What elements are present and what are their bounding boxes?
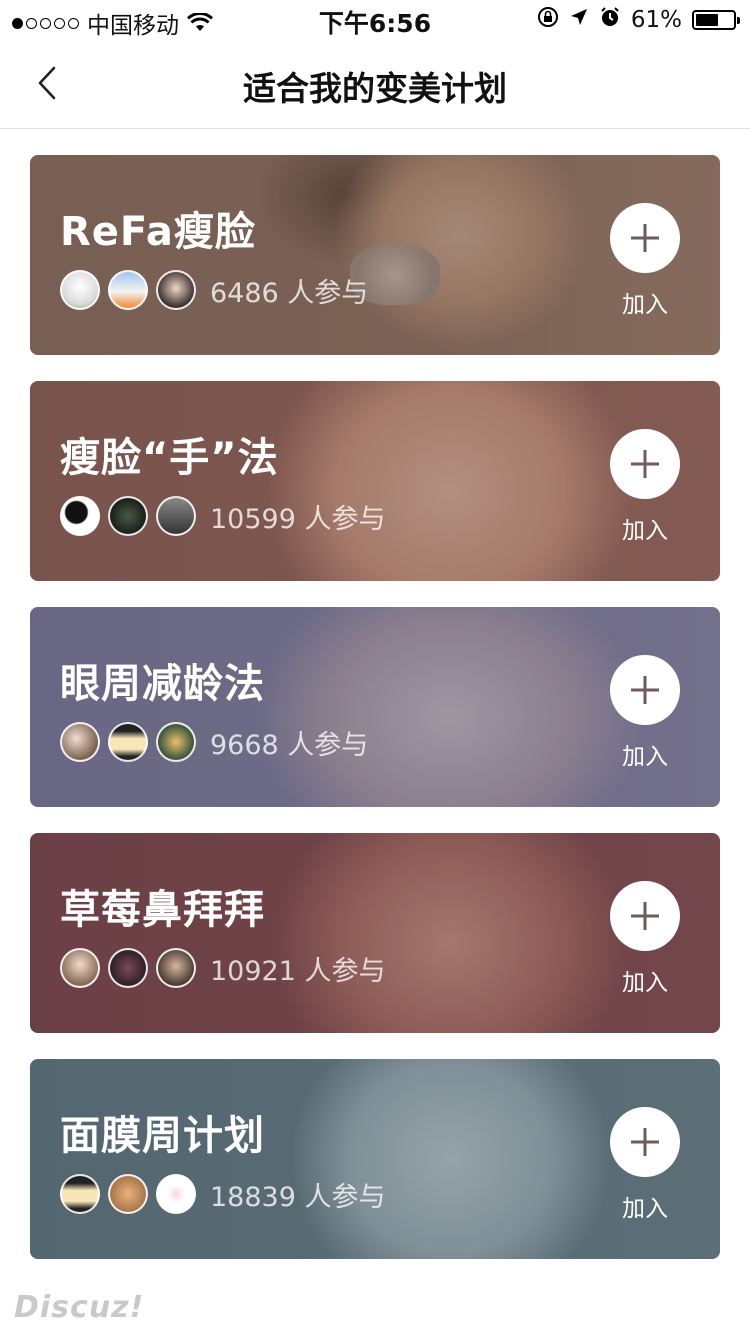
plan-name: ReFa瘦脸 (60, 209, 256, 255)
join-label: 加入 (622, 1196, 668, 1222)
plan-card[interactable]: 草莓鼻拜拜 10921 人参与 加入 (30, 833, 720, 1033)
avatar (60, 496, 100, 536)
avatar (108, 1174, 148, 1214)
avatar (60, 270, 100, 310)
join-label: 加入 (622, 518, 668, 544)
participant-count: 6486 人参与 (210, 277, 369, 309)
avatar (108, 722, 148, 762)
add-circle (610, 881, 680, 951)
plan-name: 面膜周计划 (60, 1113, 265, 1159)
avatar (108, 496, 148, 536)
avatar (156, 1174, 196, 1214)
plan-name: 眼周减龄法 (60, 661, 265, 707)
join-label: 加入 (622, 744, 668, 770)
join-label: 加入 (622, 292, 668, 318)
participants: 6486 人参与 (60, 270, 368, 310)
plan-card[interactable]: ReFa瘦脸 6486 人参与 加入 (30, 155, 720, 355)
add-circle (610, 1107, 680, 1177)
avatar (60, 722, 100, 762)
join-button[interactable]: 加入 (610, 203, 680, 319)
participant-count: 10921 人参与 (210, 955, 386, 987)
join-button[interactable]: 加入 (610, 655, 680, 771)
plus-icon (631, 450, 659, 478)
location-icon (569, 7, 589, 33)
plus-icon (631, 1128, 659, 1156)
avatar (156, 270, 196, 310)
participant-count: 10599 人参与 (210, 503, 386, 535)
alarm-icon (599, 6, 621, 34)
battery-percent: 61% (630, 7, 682, 33)
navigation-bar: 适合我的变美计划 (0, 40, 750, 129)
page-title: 适合我的变美计划 (243, 69, 507, 108)
plus-icon (631, 676, 659, 704)
participant-count: 9668 人参与 (210, 729, 369, 761)
participants: 10599 人参与 (60, 496, 386, 536)
battery-icon (692, 10, 740, 30)
avatar (60, 1174, 100, 1214)
join-button[interactable]: 加入 (610, 881, 680, 997)
participants: 10921 人参与 (60, 948, 386, 988)
plan-card[interactable]: 面膜周计划 18839 人参与 加入 (30, 1059, 720, 1259)
battery-fill (696, 14, 718, 26)
plan-list: ReFa瘦脸 6486 人参与 加入 瘦脸“手”法 10599 人参与 加入 眼… (30, 155, 720, 1285)
join-button[interactable]: 加入 (610, 429, 680, 545)
join-label: 加入 (622, 970, 668, 996)
status-right: 61% (537, 6, 740, 34)
add-circle (610, 655, 680, 725)
plus-icon (631, 902, 659, 930)
watermark: Discuz! (14, 1290, 145, 1325)
plan-card[interactable]: 眼周减龄法 9668 人参与 加入 (30, 607, 720, 807)
plan-name: 瘦脸“手”法 (60, 435, 279, 481)
plus-icon (631, 224, 659, 252)
avatar (108, 948, 148, 988)
plan-card[interactable]: 瘦脸“手”法 10599 人参与 加入 (30, 381, 720, 581)
add-circle (610, 429, 680, 499)
participants: 18839 人参与 (60, 1174, 386, 1214)
add-circle (610, 203, 680, 273)
avatar (60, 948, 100, 988)
plan-name: 草莓鼻拜拜 (60, 887, 265, 933)
participant-count: 18839 人参与 (210, 1181, 386, 1213)
join-button[interactable]: 加入 (610, 1107, 680, 1223)
avatar (156, 496, 196, 536)
status-bar: 中国移动 下午6:56 61% (0, 0, 750, 40)
avatar (156, 948, 196, 988)
participants: 9668 人参与 (60, 722, 368, 762)
orientation-lock-icon (537, 6, 559, 34)
avatar (156, 722, 196, 762)
avatar (108, 270, 148, 310)
